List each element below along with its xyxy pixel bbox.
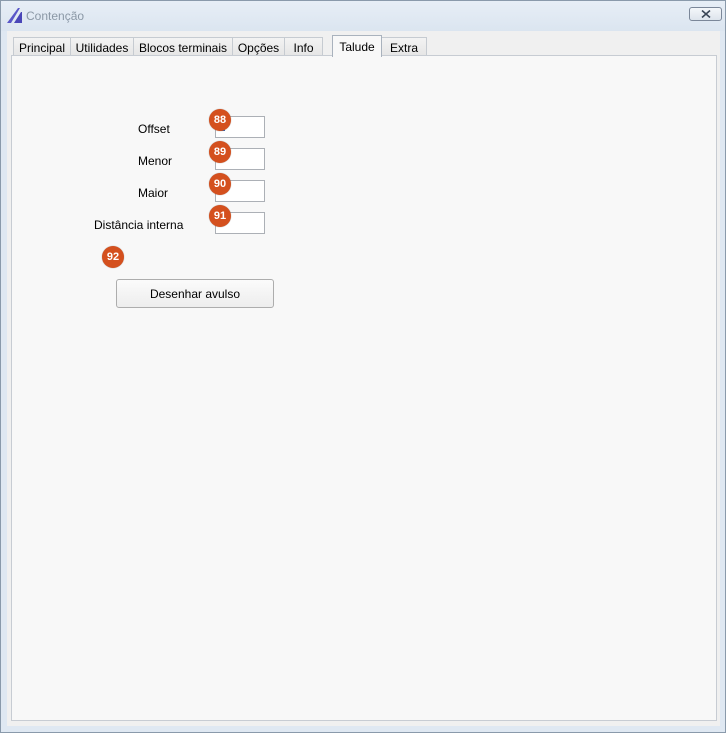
- tab-blocos-terminais[interactable]: Blocos terminais: [133, 37, 233, 56]
- title-bar[interactable]: Contenção: [1, 1, 725, 31]
- badge-90: 90: [209, 173, 231, 195]
- badge-89: 89: [209, 141, 231, 163]
- close-icon: [700, 10, 711, 18]
- window-title: Contenção: [26, 9, 85, 23]
- talude-tab-panel: Offset 88 Menor 89 Maior 90 Distância in…: [11, 55, 717, 721]
- tab-extra[interactable]: Extra: [381, 37, 427, 56]
- window-client-area: Principal Utilidades Blocos terminais Op…: [7, 31, 720, 726]
- app-logo-icon: [7, 8, 22, 23]
- app-window: Contenção Principal Utilidades Blocos te…: [0, 0, 726, 733]
- badge-91: 91: [209, 205, 231, 227]
- tab-talude[interactable]: Talude: [332, 35, 382, 57]
- tab-info[interactable]: Info: [284, 37, 323, 56]
- menor-label: Menor: [138, 154, 173, 168]
- offset-label: Offset: [138, 122, 170, 136]
- distancia-interna-label: Distância interna: [94, 218, 184, 232]
- badge-92: 92: [102, 246, 124, 268]
- badge-88: 88: [209, 109, 231, 131]
- close-button[interactable]: [689, 7, 722, 21]
- maior-label: Maior: [138, 186, 169, 200]
- desenhar-avulso-label: Desenhar avulso: [149, 286, 241, 301]
- desenhar-avulso-button[interactable]: Desenhar avulso: [116, 279, 274, 308]
- tab-opcoes[interactable]: Opções: [232, 37, 285, 56]
- tab-utilidades[interactable]: Utilidades: [70, 37, 134, 56]
- tab-strip: Principal Utilidades Blocos terminais Op…: [7, 35, 720, 57]
- tab-principal[interactable]: Principal: [13, 37, 71, 56]
